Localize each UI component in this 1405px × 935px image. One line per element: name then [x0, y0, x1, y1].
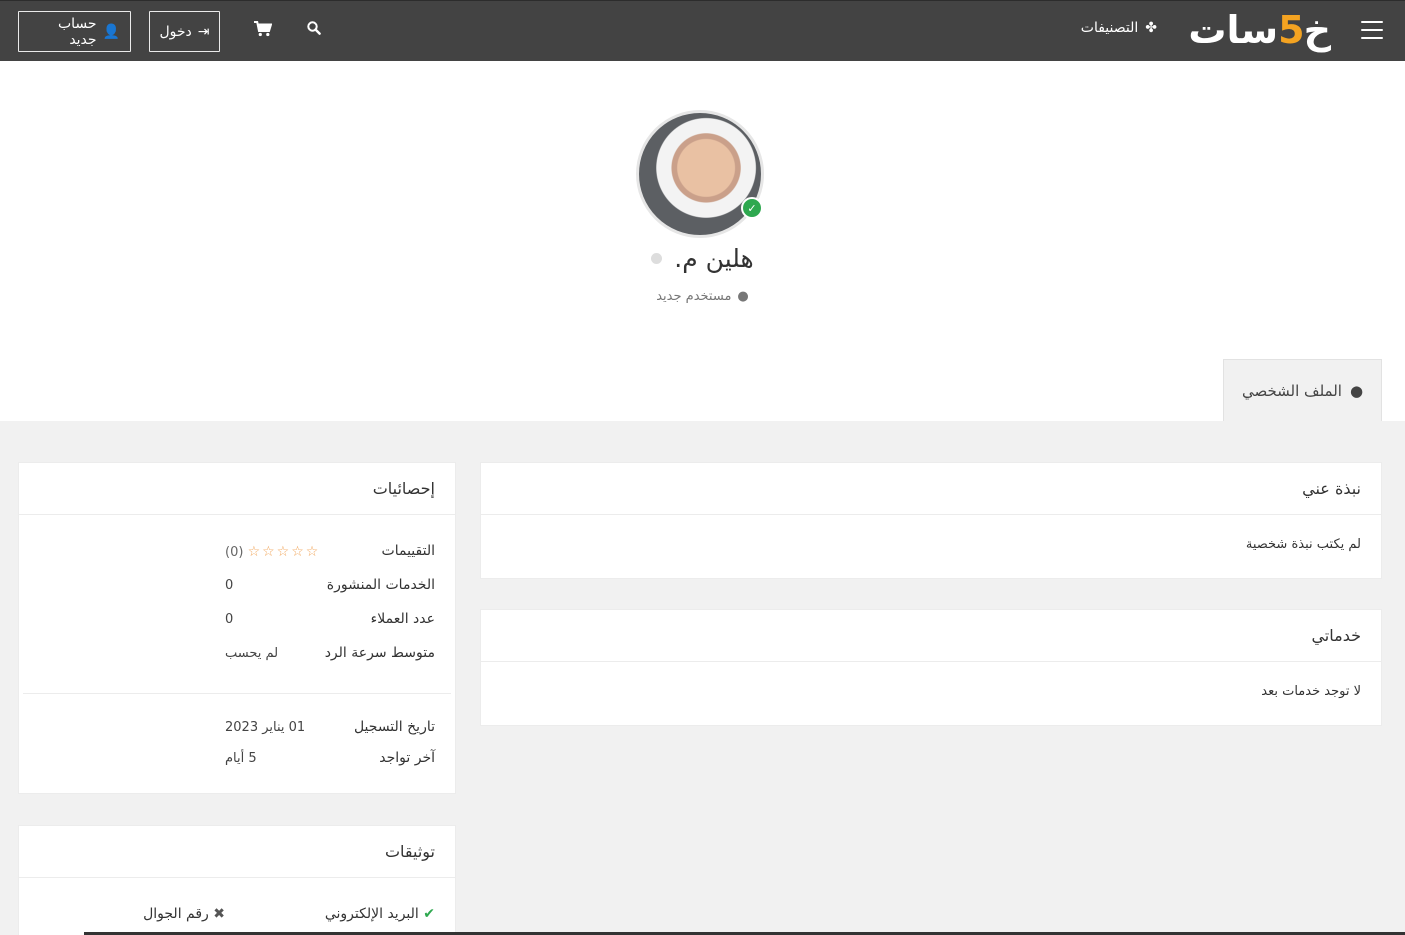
verify-phone: ✖ رقم الجوال: [143, 906, 225, 922]
offline-status-dot: [651, 253, 663, 264]
user-plus-icon: 👤: [102, 23, 120, 40]
tab-profile[interactable]: ● الملف الشخصي: [1223, 359, 1382, 421]
check-icon: ✔: [423, 906, 435, 922]
stats-title: إحصائيات: [19, 463, 455, 515]
categories-label: التصنيفات: [1080, 20, 1139, 36]
cart-icon[interactable]: [254, 21, 272, 37]
search-icon[interactable]: [307, 21, 321, 35]
sign-in-icon: ⇥: [197, 23, 210, 40]
services-panel: خدماتي لا توجد خدمات بعد: [480, 609, 1382, 726]
ratings-count: (0): [225, 545, 244, 560]
verify-phone-label: رقم الجوال: [143, 906, 209, 922]
user-name: هلين م.: [674, 244, 754, 273]
cubes-icon: ✤: [1145, 20, 1157, 36]
stat-value-response: لم يحسب: [225, 646, 279, 661]
verified-check-icon: ✓: [741, 197, 763, 219]
x-icon: ✖: [213, 906, 225, 922]
rating-stars-icon: ☆☆☆☆☆: [247, 544, 321, 560]
avatar-wrapper: ✓: [636, 110, 764, 238]
verifications-title: توثيقات: [19, 826, 455, 878]
stat-value-last-seen: 5 أيام: [225, 751, 257, 766]
user-icon: ●: [737, 289, 749, 304]
verifications-panel: توثيقات ✔ البريد الإلكتروني ✖ رقم الجوال: [18, 825, 456, 935]
logo-prefix: خ: [1303, 8, 1332, 52]
about-text: لم يكتب نبذة شخصية: [1245, 537, 1361, 552]
tab-profile-label: الملف الشخصي: [1241, 381, 1342, 400]
user-icon: ●: [1349, 381, 1364, 400]
stat-value-clients: 0: [225, 612, 234, 627]
categories-menu[interactable]: ✤ التصنيفات: [1081, 20, 1157, 36]
register-button[interactable]: 👤 حساب جديد: [18, 11, 131, 52]
avatar: [636, 110, 764, 238]
stat-value-services: 0: [225, 578, 234, 593]
stats-panel: إحصائيات التقييمات ☆☆☆☆☆ (0) الخدمات الم…: [18, 462, 456, 794]
logo-five: 5: [1278, 8, 1304, 52]
menu-icon[interactable]: [1361, 21, 1383, 39]
logo-suffix: سات: [1188, 8, 1279, 52]
user-role-label: مستخدم جديد: [656, 289, 732, 304]
login-button[interactable]: ⇥ دخول: [149, 11, 220, 52]
stat-value-ratings: ☆☆☆☆☆ (0): [225, 544, 425, 560]
user-role: ● مستخدم جديد: [0, 289, 1405, 304]
stat-value-joined: 01 يناير 2023: [225, 720, 306, 735]
about-title: نبذة عني: [481, 463, 1381, 515]
about-panel: نبذة عني لم يكتب نبذة شخصية: [480, 462, 1382, 579]
login-label: دخول: [159, 23, 192, 40]
verify-email: ✔ البريد الإلكتروني: [325, 906, 435, 922]
register-label: حساب جديد: [57, 15, 97, 48]
site-logo[interactable]: خ 5 سات: [1188, 7, 1332, 53]
profile-header: ✓ هلين م. ● مستخدم جديد ● الملف الشخصي: [0, 61, 1405, 421]
services-text: لا توجد خدمات بعد: [1261, 684, 1361, 699]
stats-divider: [23, 693, 451, 694]
user-name-row: هلين م.: [0, 244, 1405, 273]
top-navbar: خ 5 سات ✤ التصنيفات ⇥ دخول 👤 حساب جديد: [0, 0, 1405, 61]
verify-email-label: البريد الإلكتروني: [324, 906, 419, 922]
services-title: خدماتي: [481, 610, 1381, 662]
